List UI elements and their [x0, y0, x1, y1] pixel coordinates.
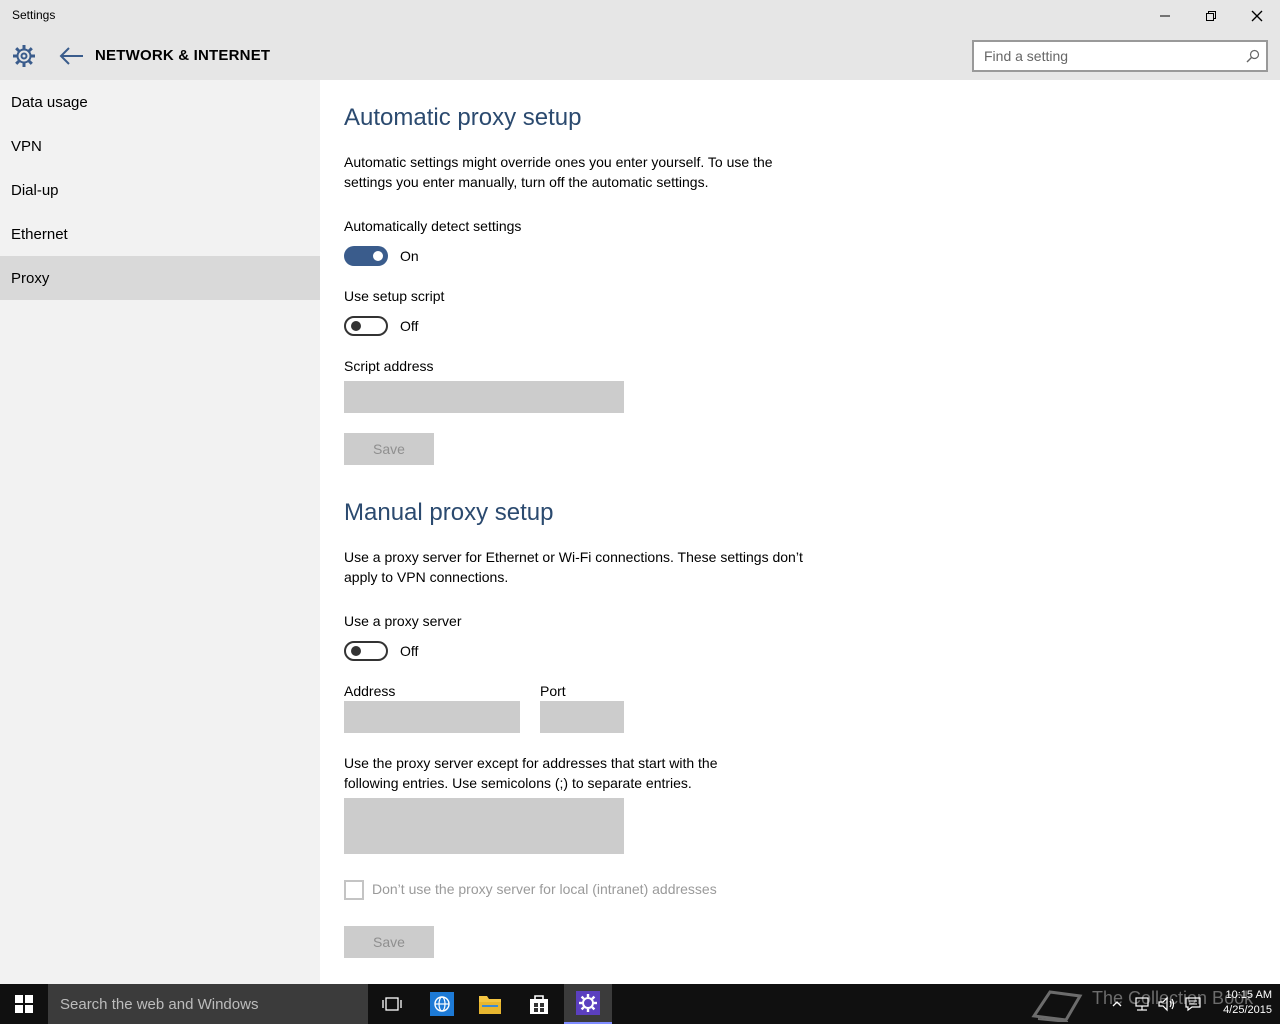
chevron-up-icon — [1112, 1001, 1122, 1007]
setup-script-toggle[interactable] — [344, 316, 388, 336]
notification-icon — [1185, 997, 1201, 1012]
sidebar-item-proxy[interactable]: Proxy — [0, 256, 320, 300]
volume-icon — [1158, 996, 1175, 1012]
network-icon — [1135, 997, 1149, 1011]
gear-icon[interactable] — [12, 44, 36, 68]
script-address-field[interactable] — [344, 381, 624, 413]
taskbar: Search the web and Windows The Collectio… — [0, 984, 1280, 1024]
main-content: Automatic proxy setup Automatic settings… — [320, 80, 1280, 984]
back-arrow-icon — [59, 47, 83, 65]
window-title: Settings — [12, 8, 56, 22]
taskbar-settings-button[interactable] — [564, 984, 612, 1024]
exceptions-field[interactable] — [344, 798, 624, 854]
clock-date: 4/25/2015 — [1223, 1004, 1272, 1016]
windows-logo-icon — [15, 995, 33, 1013]
clock-time: 10:15 AM — [1225, 989, 1272, 1001]
use-proxy-state: Off — [400, 643, 419, 659]
volume-tray-button[interactable] — [1156, 984, 1178, 1024]
back-button[interactable] — [58, 44, 86, 68]
manual-proxy-heading: Manual proxy setup — [344, 499, 554, 526]
network-tray-button[interactable] — [1132, 984, 1152, 1024]
restore-button[interactable] — [1188, 0, 1234, 32]
exceptions-description: Use the proxy server except for addresse… — [344, 755, 718, 791]
script-address-label: Script address — [344, 358, 434, 374]
address-field[interactable] — [344, 701, 520, 733]
search-icon[interactable] — [1246, 49, 1260, 63]
store-bag-icon — [530, 995, 548, 1014]
sidebar-item-vpn[interactable]: VPN — [0, 124, 320, 168]
taskbar-store-button[interactable] — [515, 984, 563, 1024]
search-box[interactable] — [972, 40, 1268, 72]
sidebar-item-data-usage[interactable]: Data usage — [0, 80, 320, 124]
settings-gear-icon — [576, 991, 600, 1015]
sidebar: Data usage VPN Dial-up Ethernet Proxy — [0, 80, 320, 984]
sidebar-item-ethernet[interactable]: Ethernet — [0, 212, 320, 256]
start-button[interactable] — [0, 984, 48, 1024]
setup-script-state: Off — [400, 318, 419, 334]
minimize-button[interactable] — [1142, 0, 1188, 32]
book-watermark-icon — [1031, 990, 1083, 1022]
task-view-icon — [382, 997, 402, 1011]
use-proxy-toggle[interactable] — [344, 641, 388, 661]
port-label: Port — [540, 683, 566, 699]
settings-header: NETWORK & INTERNET — [0, 32, 1280, 80]
taskbar-browser-button[interactable] — [418, 984, 466, 1024]
close-icon — [1251, 10, 1263, 22]
taskbar-clock[interactable]: 10:15 AM 4/25/2015 — [1206, 988, 1272, 1018]
close-button[interactable] — [1234, 0, 1280, 32]
manual-save-button[interactable]: Save — [344, 926, 434, 958]
search-input[interactable] — [984, 47, 1234, 65]
action-center-button[interactable] — [1182, 984, 1204, 1024]
taskbar-search-box[interactable]: Search the web and Windows — [48, 984, 368, 1024]
automatic-description: Automatic settings might override ones y… — [344, 154, 773, 190]
globe-icon — [430, 992, 454, 1016]
use-proxy-label: Use a proxy server — [344, 613, 462, 629]
automatic-proxy-heading: Automatic proxy setup — [344, 104, 582, 131]
sidebar-item-dial-up[interactable]: Dial-up — [0, 168, 320, 212]
minimize-icon — [1160, 15, 1170, 17]
restore-icon — [1206, 11, 1216, 21]
task-view-button[interactable] — [368, 984, 416, 1024]
local-addresses-checkbox[interactable] — [344, 880, 364, 900]
script-save-button[interactable]: Save — [344, 433, 434, 465]
address-label: Address — [344, 683, 396, 699]
folder-icon — [479, 996, 501, 1014]
detect-settings-toggle[interactable] — [344, 246, 388, 266]
detect-settings-state: On — [400, 248, 419, 264]
port-field[interactable] — [540, 701, 624, 733]
detect-settings-label: Automatically detect settings — [344, 218, 522, 234]
title-bar: Settings — [0, 0, 1280, 32]
show-hidden-icons-button[interactable] — [1110, 984, 1124, 1024]
taskbar-file-explorer-button[interactable] — [466, 984, 514, 1024]
manual-description: Use a proxy server for Ethernet or Wi-Fi… — [344, 549, 803, 585]
setup-script-label: Use setup script — [344, 288, 445, 304]
page-title: NETWORK & INTERNET — [95, 47, 271, 64]
local-addresses-label: Don’t use the proxy server for local (in… — [372, 881, 717, 897]
